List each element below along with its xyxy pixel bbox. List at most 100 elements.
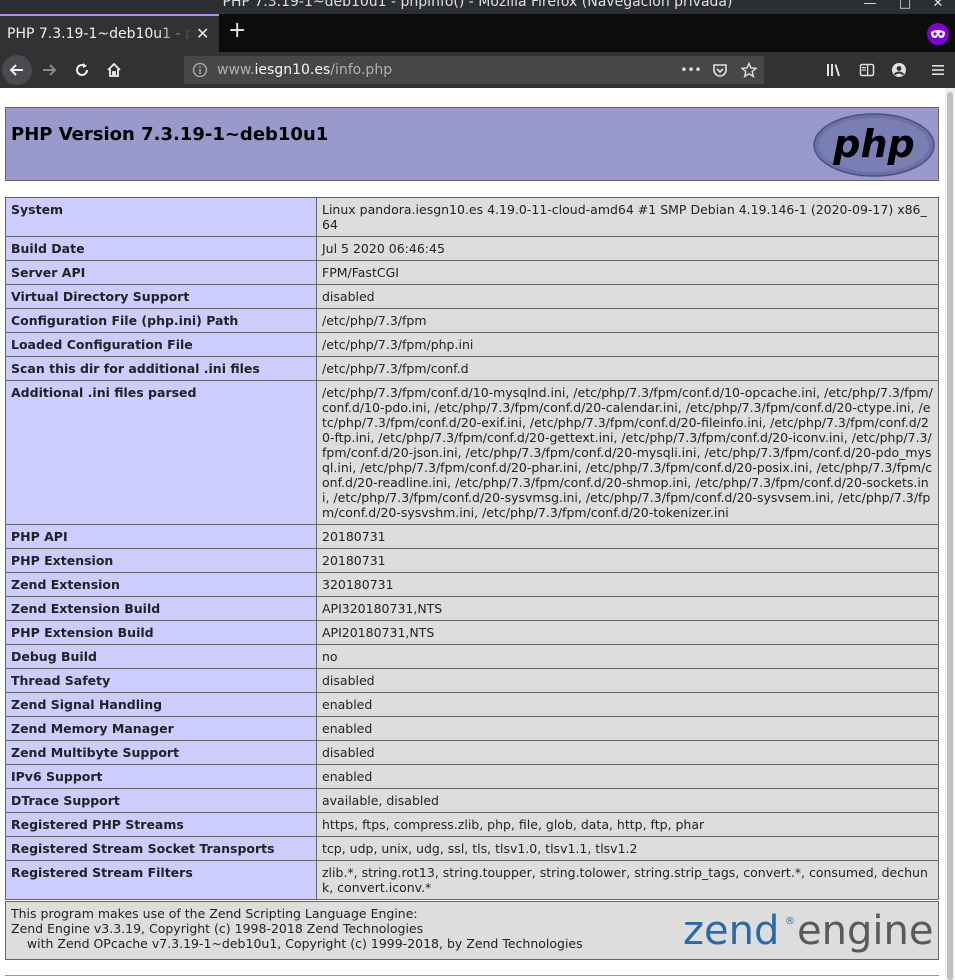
table-row: Virtual Directory Support disabled — [5, 284, 939, 309]
row-key: Virtual Directory Support — [5, 284, 317, 309]
zend-engine-logo[interactable]: zend ® engine — [683, 908, 937, 957]
minimize-button[interactable]: — — [862, 0, 878, 11]
row-key: PHP Extension — [5, 548, 317, 573]
table-row: Zend Extension 320180731 — [5, 572, 939, 597]
zend-line-1: This program makes use of the Zend Scrip… — [11, 906, 418, 921]
tab-strip: PHP 7.3.19-1~deb10u1 - phpinfo() ✕ + — [0, 14, 955, 52]
row-key: Registered PHP Streams — [5, 812, 317, 837]
maximize-button[interactable]: □ — [897, 0, 913, 11]
row-key: Server API — [5, 260, 317, 285]
zend-logo-mark: ® — [785, 916, 795, 927]
engine-logo-word: engine — [797, 910, 933, 954]
table-row: Configuration File (php.ini) Path/etc/ph… — [5, 308, 939, 333]
row-value: FPM/FastCGI — [316, 260, 939, 285]
row-value: enabled — [316, 692, 939, 717]
vertical-scrollbar[interactable] — [945, 88, 955, 980]
row-key: Registered Stream Socket Transports — [5, 836, 317, 861]
row-key: Zend Multibyte Support — [5, 740, 317, 765]
row-key: Scan this dir for additional .ini files — [5, 356, 317, 381]
hamburger-menu-icon[interactable] — [923, 55, 953, 85]
page-actions-button[interactable]: ••• — [680, 60, 701, 80]
php-logo-text: php — [832, 122, 914, 166]
table-row: Thread Safety disabled — [5, 668, 939, 693]
row-value: 20180731 — [316, 524, 939, 549]
row-value: no — [316, 644, 939, 669]
table-row: Build Date Jul 5 2020 06:46:45 — [5, 236, 939, 261]
zend-engine-box: This program makes use of the Zend Scrip… — [5, 901, 939, 960]
account-icon[interactable] — [884, 55, 914, 85]
tab-phpinfo[interactable]: PHP 7.3.19-1~deb10u1 - phpinfo() ✕ — [0, 14, 219, 52]
row-key: Build Date — [5, 236, 317, 261]
url-bar[interactable]: www.iesgn10.es/info.php ••• — [184, 56, 764, 84]
tab-close-button[interactable]: ✕ — [196, 24, 209, 43]
page-content: PHP Version 7.3.19-1~deb10u1 php System L… — [0, 88, 945, 980]
row-key: Loaded Configuration File — [5, 332, 317, 357]
row-key: DTrace Support — [5, 788, 317, 813]
row-value: zlib.*, string.rot13, string.toupper, st… — [316, 860, 939, 900]
row-value: disabled — [316, 740, 939, 765]
table-row: Zend Multibyte Support disabled — [5, 740, 939, 765]
divider — [5, 975, 939, 976]
row-key: Configuration File (php.ini) Path — [5, 308, 317, 333]
row-value: /etc/php/7.3/fpm/conf.d — [316, 356, 939, 381]
row-value: Linux pandora.iesgn10.es 4.19.0-11-cloud… — [316, 197, 939, 237]
library-icon[interactable] — [820, 55, 850, 85]
row-value: 320180731 — [316, 572, 939, 597]
table-row: Zend Extension Build API320180731,NTS — [5, 596, 939, 621]
navigation-toolbar: www.iesgn10.es/info.php ••• — [0, 52, 955, 88]
info-icon[interactable] — [192, 62, 208, 82]
row-key: Thread Safety — [5, 668, 317, 693]
row-value: 20180731 — [316, 548, 939, 573]
table-row: Zend Signal Handling enabled — [5, 692, 939, 717]
table-row: Loaded Configuration File/etc/php/7.3/fp… — [5, 332, 939, 357]
tab-label: PHP 7.3.19-1~deb10u1 - phpinfo() — [7, 26, 193, 42]
private-mask-icon[interactable] — [927, 23, 949, 45]
table-row: Registered PHP Streams https, ftps, compr… — [5, 812, 939, 837]
url-text[interactable]: www.iesgn10.es/info.php — [217, 62, 392, 78]
pocket-icon[interactable] — [710, 60, 730, 80]
row-key: PHP API — [5, 524, 317, 549]
table-row: Registered Stream Socket Transports tcp, … — [5, 836, 939, 861]
php-logo[interactable]: php — [812, 113, 936, 181]
row-key: Zend Signal Handling — [5, 692, 317, 717]
window-close-button[interactable]: ✕ — [930, 0, 946, 11]
sidebar-icon[interactable] — [852, 55, 882, 85]
row-value: https, ftps, compress.zlib, php, file, g… — [316, 812, 939, 837]
table-row: PHP API 20180731 — [5, 524, 939, 549]
reload-icon[interactable] — [67, 55, 97, 85]
row-value: disabled — [316, 284, 939, 309]
php-info-table: System Linux pandora.iesgn10.es 4.19.0-11… — [5, 197, 939, 900]
row-key: System — [5, 197, 317, 237]
row-value: enabled — [316, 764, 939, 789]
table-row: Scan this dir for additional .ini files /… — [5, 356, 939, 381]
scrollbar-thumb[interactable] — [947, 92, 953, 980]
row-key: PHP Extension Build — [5, 620, 317, 645]
row-value: API20180731,NTS — [316, 620, 939, 645]
table-row: System Linux pandora.iesgn10.es 4.19.0-11… — [5, 197, 939, 237]
row-value: /etc/php/7.3/fpm/php.ini — [316, 332, 939, 357]
window-titlebar: PHP 7.3.19-1~deb10u1 - phpinfo() - Mozil… — [0, 0, 955, 14]
forward-arrow-icon[interactable] — [34, 55, 64, 85]
row-value: disabled — [316, 668, 939, 693]
star-icon[interactable] — [739, 60, 759, 80]
row-value: /etc/php/7.3/fpm/conf.d/10-mysqlnd.ini, … — [316, 380, 939, 525]
table-row: Debug Build no — [5, 644, 939, 669]
zend-line-2: Zend Engine v3.3.19, Copyright (c) 1998-… — [11, 921, 424, 936]
row-value: available, disabled — [316, 788, 939, 813]
row-key: Debug Build — [5, 644, 317, 669]
table-row: Zend Memory Manager enabled — [5, 716, 939, 741]
back-arrow-icon[interactable] — [2, 55, 32, 85]
row-key: Registered Stream Filters — [5, 860, 317, 900]
php-version-header: PHP Version 7.3.19-1~deb10u1 php — [5, 107, 939, 181]
zend-logo-word: zend — [683, 910, 779, 954]
row-value: tcp, udp, unix, udg, ssl, tls, tlsv1.0, … — [316, 836, 939, 861]
table-row: PHP Extension 20180731 — [5, 548, 939, 573]
table-row: PHP Extension Build API20180731,NTS — [5, 620, 939, 645]
row-key: Zend Extension Build — [5, 596, 317, 621]
row-value: enabled — [316, 716, 939, 741]
row-value: Jul 5 2020 06:46:45 — [316, 236, 939, 261]
new-tab-button[interactable]: + — [228, 20, 246, 42]
row-value: API320180731,NTS — [316, 596, 939, 621]
home-icon[interactable] — [99, 55, 129, 85]
row-key: Additional .ini files parsed — [5, 380, 317, 525]
